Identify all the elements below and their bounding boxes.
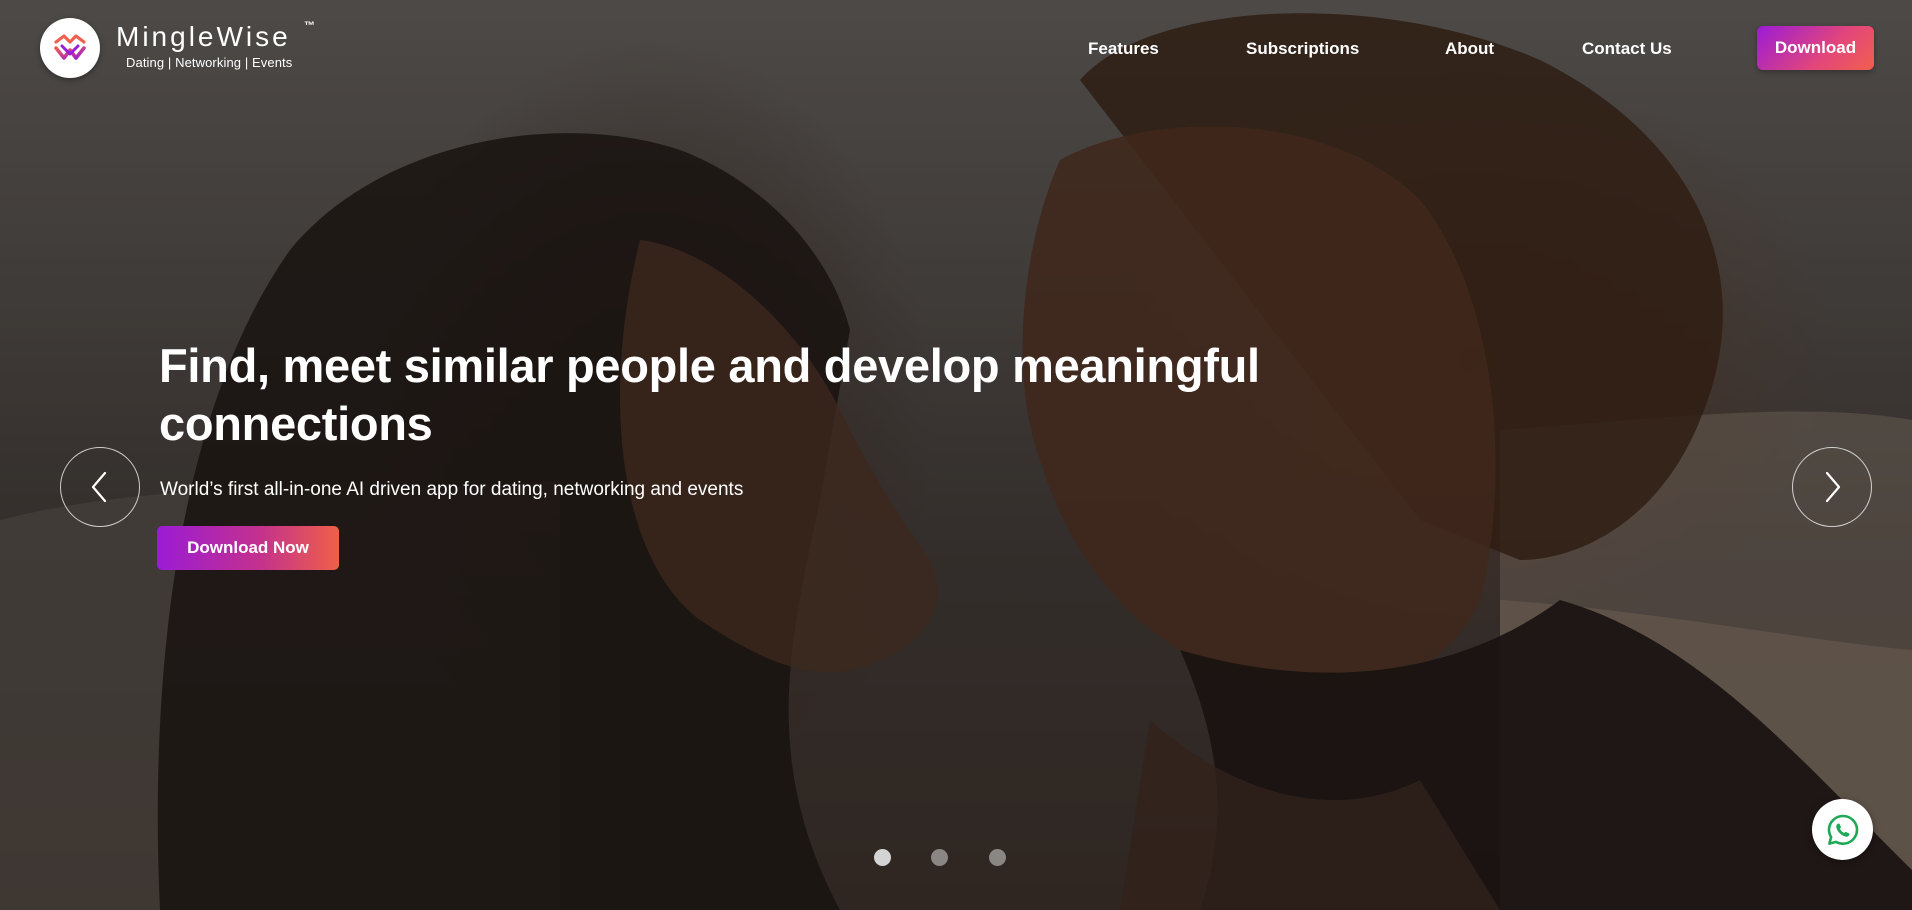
nav-link-subscriptions[interactable]: Subscriptions [1246, 38, 1359, 60]
download-now-button[interactable]: Download Now [157, 526, 339, 570]
chevron-right-icon [1825, 471, 1841, 503]
nav-link-contact-us[interactable]: Contact Us [1582, 38, 1672, 60]
hero-section [0, 0, 1912, 910]
header-download-button[interactable]: Download [1757, 26, 1874, 70]
carousel-dot-2[interactable] [931, 849, 948, 866]
minglewise-logo-icon [54, 34, 86, 60]
hero-subtitle: World’s first all-in-one AI driven app f… [160, 479, 744, 500]
brand-logo[interactable] [40, 18, 100, 78]
hero-title: Find, meet similar people and develop me… [159, 339, 1260, 450]
brand-tagline: Dating | Networking | Events [126, 55, 293, 70]
brand-name: MingleWise [116, 21, 291, 52]
whatsapp-chat-button[interactable] [1812, 799, 1873, 860]
hero-dark-overlay [0, 0, 1912, 910]
nav-link-about[interactable]: About [1445, 38, 1494, 60]
nav-link-features[interactable]: Features [1088, 38, 1159, 60]
chevron-left-icon [91, 471, 107, 503]
carousel-prev-button[interactable] [60, 447, 140, 527]
carousel-dot-1[interactable] [874, 849, 891, 866]
carousel-dot-3[interactable] [989, 849, 1006, 866]
brand-trademark: ™ [304, 20, 315, 32]
whatsapp-icon [1827, 814, 1858, 845]
carousel-next-button[interactable] [1792, 447, 1872, 527]
